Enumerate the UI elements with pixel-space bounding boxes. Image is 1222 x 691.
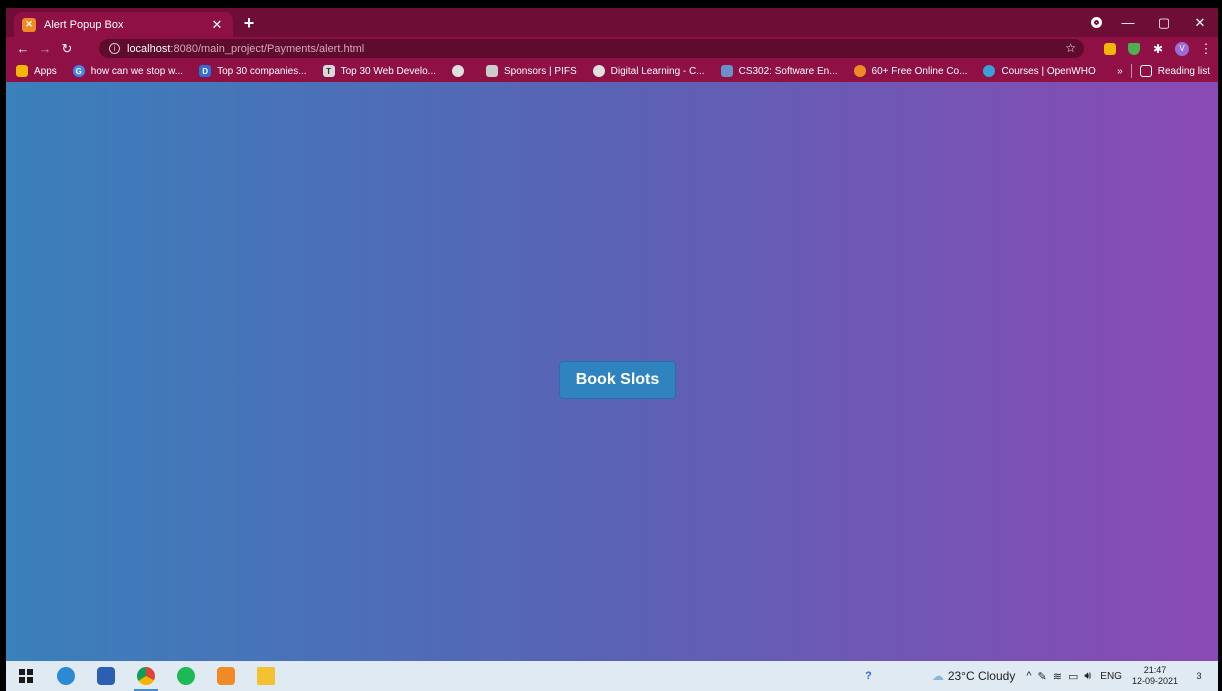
reading-list-button[interactable]: Reading list [1158, 66, 1210, 77]
apps-grid-icon [16, 65, 28, 77]
url-host: localhost [127, 42, 171, 55]
bookmarks-bar: Apps G how can we stop w... D Top 30 com… [6, 60, 1218, 82]
more-bookmarks-icon[interactable]: » [1117, 66, 1123, 77]
bookmark-item[interactable] [452, 65, 470, 77]
address-bar[interactable]: i localhost:8080/main_project/Payments/a… [99, 39, 1084, 58]
bookmark-apps[interactable]: Apps [16, 65, 57, 77]
back-arrow-icon[interactable]: ← [12, 41, 34, 56]
shield-extension-icon[interactable] [1122, 42, 1146, 55]
puzzle-icon[interactable]: ✱ [1146, 42, 1170, 56]
reload-icon[interactable]: ↻ [56, 41, 78, 57]
chrome-icon[interactable] [126, 661, 166, 691]
media-control-icon[interactable] [1091, 17, 1102, 28]
browser-window: ✕ Alert Popup Box ✕ + — ▢ ✕ ← → ↻ i loca… [6, 8, 1218, 691]
word-icon[interactable] [86, 661, 126, 691]
cloud-icon: ☁ [931, 669, 944, 683]
who-icon [983, 65, 996, 77]
book-slots-button[interactable]: Book Slots [559, 361, 676, 399]
reading-list-icon [1139, 65, 1152, 77]
clock-date: 12-09-2021 [1131, 676, 1178, 686]
clock[interactable]: 21:47 12-09-2021 [1132, 665, 1178, 687]
maximize-button[interactable]: ▢ [1146, 15, 1182, 31]
bookmark-item[interactable]: CS302: Software En... [720, 65, 838, 77]
extension-icon[interactable] [1098, 42, 1122, 55]
windows-start-icon[interactable] [6, 661, 46, 691]
avatar[interactable]: V [1170, 41, 1194, 56]
tab-alert-popup[interactable]: ✕ Alert Popup Box ✕ [14, 12, 233, 37]
bookmark-item[interactable]: T Top 30 Web Develo... [322, 65, 436, 77]
xampp-icon[interactable] [206, 661, 246, 691]
spotify-icon[interactable] [166, 661, 206, 691]
orange-circle-icon [853, 65, 866, 77]
windows-taskbar: ? ☁ 23°C Cloudy ^ ✎ ≋ ▭ 🔊︎ ENG 21:47 12-… [6, 661, 1218, 691]
close-tab-icon[interactable]: ✕ [209, 17, 225, 33]
menu-kebab-icon[interactable]: ⋮ [1194, 41, 1218, 57]
browser-toolbar: ← → ↻ i localhost:8080/main_project/Paym… [6, 37, 1218, 60]
bookmark-star-icon[interactable]: ☆ [1065, 41, 1076, 55]
weather-widget[interactable]: ☁ 23°C Cloudy [932, 669, 1016, 683]
tab-strip: ✕ Alert Popup Box ✕ + — ▢ ✕ [6, 8, 1218, 37]
help-icon[interactable]: ? [865, 670, 872, 682]
minimize-button[interactable]: — [1110, 15, 1146, 30]
info-icon[interactable]: i [109, 43, 120, 54]
tab-title: Alert Popup Box [44, 18, 124, 31]
forward-arrow-icon[interactable]: → [34, 41, 56, 56]
edge-icon[interactable] [46, 661, 86, 691]
bookmark-item[interactable]: D Top 30 companies... [199, 65, 307, 77]
system-tray: ? ☁ 23°C Cloudy ^ ✎ ≋ ▭ 🔊︎ ENG 21:47 12-… [862, 661, 1218, 691]
close-window-button[interactable]: ✕ [1182, 15, 1218, 31]
notification-center-icon[interactable]: 3 [1190, 667, 1208, 685]
pifs-icon [486, 65, 499, 77]
notification-count: 3 [1196, 671, 1202, 681]
site-icon: T [322, 65, 335, 77]
bookmark-item[interactable]: 60+ Free Online Co... [853, 65, 967, 77]
volume-icon[interactable]: 🔊︎ [1084, 670, 1091, 683]
xampp-icon: ✕ [22, 17, 36, 32]
globe-icon [592, 65, 605, 77]
chevron-up-icon[interactable]: ^ [1026, 670, 1031, 682]
bookmark-item[interactable]: G how can we stop w... [72, 65, 183, 77]
bookmark-item[interactable]: Digital Learning - C... [592, 65, 705, 77]
file-explorer-icon[interactable] [246, 661, 286, 691]
saylor-icon [720, 65, 733, 77]
divider [1130, 64, 1132, 78]
clock-time: 21:47 [1143, 665, 1167, 675]
bookmark-item[interactable]: Courses | OpenWHO [983, 65, 1096, 77]
pen-icon[interactable]: ✎ [1038, 670, 1047, 683]
new-tab-button[interactable]: + [239, 13, 259, 33]
page-viewport: Book Slots [6, 82, 1218, 661]
url-path: :8080/main_project/Payments/alert.html [170, 42, 365, 55]
globe-icon [452, 65, 465, 77]
d-letter-icon: D [199, 65, 212, 77]
bookmark-item[interactable]: Sponsors | PIFS [486, 65, 577, 77]
battery-icon[interactable]: ▭ [1068, 670, 1078, 683]
language-indicator[interactable]: ENG [1100, 671, 1122, 682]
google-icon: G [72, 65, 85, 77]
wifi-icon[interactable]: ≋ [1053, 670, 1062, 683]
